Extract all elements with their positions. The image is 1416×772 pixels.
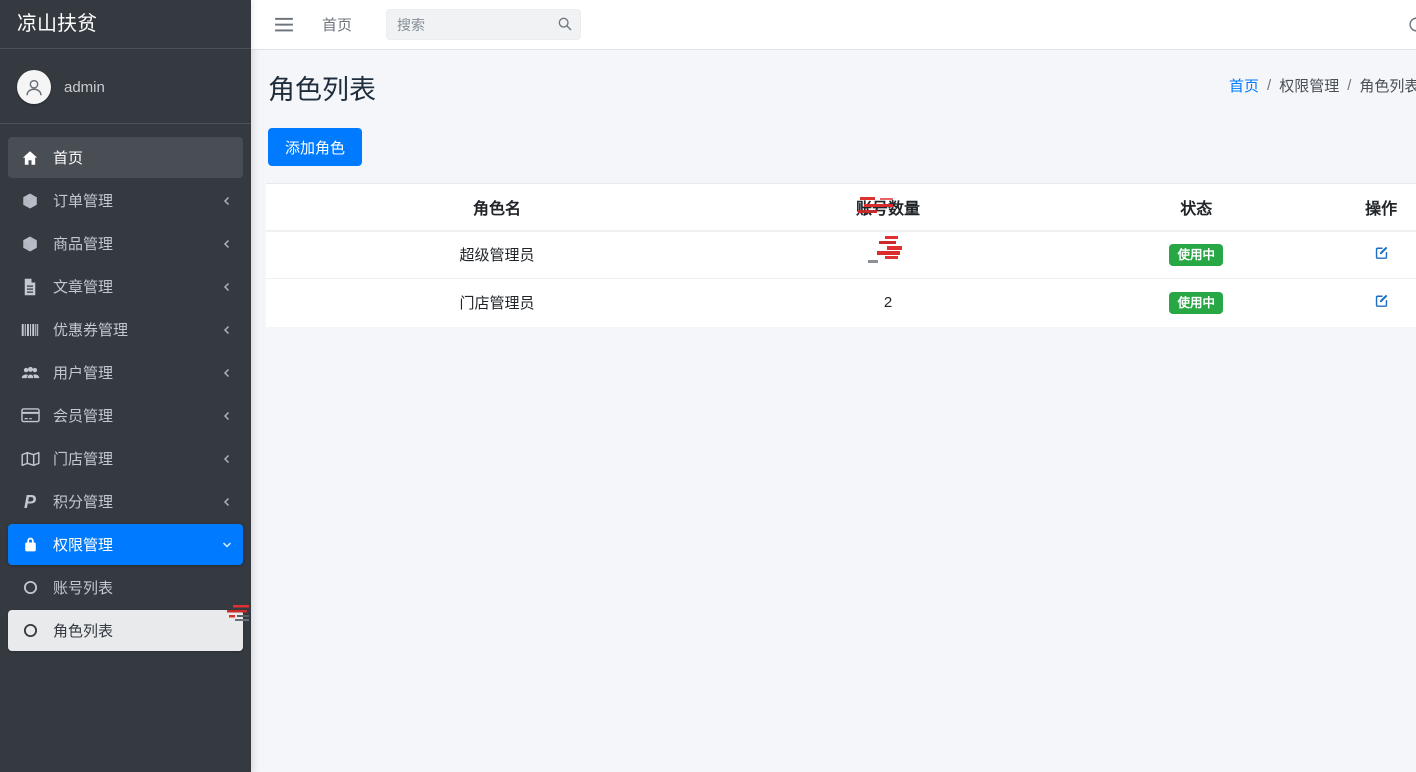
sidebar-item-label: 权限管理 [53, 534, 221, 555]
header-role-name: 角色名 [266, 184, 728, 231]
sidebar-item-points[interactable]: P 积分管理 [8, 481, 243, 522]
cell-actions [1344, 279, 1416, 327]
circle-o-icon [17, 623, 43, 638]
sidebar-item-label: 账号列表 [53, 577, 233, 598]
sidebar-item-orders[interactable]: 订单管理 [8, 180, 243, 221]
chevron-left-icon [221, 195, 233, 207]
topbar: 首页 [251, 0, 1416, 50]
chevron-left-icon [221, 496, 233, 508]
breadcrumb-separator: / [1267, 77, 1271, 94]
cube-icon [17, 235, 43, 253]
table-header-row: 角色名 账号数量 状态 操作 [266, 184, 1416, 231]
add-role-button[interactable]: 添加角色 [268, 128, 362, 166]
breadcrumb-separator: / [1347, 77, 1351, 94]
sidebar-item-coupons[interactable]: 优惠券管理 [8, 309, 243, 350]
sidebar-item-home[interactable]: 首页 [8, 137, 243, 178]
sidebar-item-label: 积分管理 [53, 491, 221, 512]
lock-icon [17, 536, 43, 553]
cell-account-count: 2 [728, 279, 1048, 327]
app-window: 凉山扶贫 admin 首页 订单管理 [0, 0, 1416, 772]
sidebar-item-label: 订单管理 [53, 190, 221, 211]
sidebar-item-members[interactable]: 会员管理 [8, 395, 243, 436]
status-badge: 使用中 [1169, 244, 1223, 266]
chevron-left-icon [221, 238, 233, 250]
chevron-left-icon [221, 453, 233, 465]
circle-o-icon [17, 580, 43, 595]
header-actions: 操作 [1344, 184, 1416, 231]
roles-table: 角色名 账号数量 状态 操作 超级管理员 使用中 [266, 183, 1416, 327]
sidebar-item-label: 文章管理 [53, 276, 221, 297]
table-row: 超级管理员 使用中 [266, 231, 1416, 279]
chevron-left-icon [221, 367, 233, 379]
breadcrumb-roles: 角色列表 [1359, 75, 1416, 96]
chevron-down-icon [221, 539, 233, 551]
breadcrumb: 首页 / 权限管理 / 角色列表 [1229, 75, 1416, 96]
sidebar-item-label: 优惠券管理 [53, 319, 221, 340]
edit-icon [1373, 244, 1390, 261]
users-icon [17, 365, 43, 381]
cell-role-name: 门店管理员 [266, 279, 728, 327]
sidebar-subitem-accounts[interactable]: 账号列表 [8, 567, 243, 608]
sidebar-item-permissions[interactable]: 权限管理 [8, 524, 243, 565]
cube-icon [17, 192, 43, 210]
roles-table-card: 角色名 账号数量 状态 操作 超级管理员 使用中 [266, 183, 1416, 327]
status-badge: 使用中 [1169, 292, 1223, 314]
barcode-icon [17, 322, 43, 338]
cell-actions [1344, 231, 1416, 279]
edit-role-button[interactable] [1373, 244, 1390, 261]
breadcrumb-permissions: 权限管理 [1279, 75, 1339, 96]
credit-card-icon [17, 408, 43, 423]
user-avatar[interactable] [17, 70, 51, 104]
topbar-home-link[interactable]: 首页 [322, 14, 352, 35]
points-p-icon: P [17, 493, 43, 511]
sidebar-subitem-roles[interactable]: 角色列表 [8, 610, 243, 651]
user-panel: admin [0, 50, 251, 124]
sidebar-item-products[interactable]: 商品管理 [8, 223, 243, 264]
chevron-left-icon [221, 281, 233, 293]
sidebar-item-label: 用户管理 [53, 362, 221, 383]
brand-title[interactable]: 凉山扶贫 [0, 0, 251, 49]
sidebar-item-label: 角色列表 [53, 620, 233, 641]
clipped-edge-icon[interactable] [1408, 16, 1416, 38]
sidebar-item-label: 首页 [53, 147, 233, 168]
cell-role-name: 超级管理员 [266, 231, 728, 279]
edit-icon [1373, 292, 1390, 309]
sidebar-item-users[interactable]: 用户管理 [8, 352, 243, 393]
page-title: 角色列表 [268, 68, 376, 107]
hamburger-menu-icon[interactable] [275, 17, 293, 33]
chevron-left-icon [221, 410, 233, 422]
main-content: 角色列表 首页 / 权限管理 / 角色列表 添加角色 角色名 账号数量 状态 操… [251, 50, 1416, 772]
cell-status: 使用中 [1048, 231, 1344, 279]
sidebar-item-label: 门店管理 [53, 448, 221, 469]
chevron-left-icon [221, 324, 233, 336]
sidebar-item-stores[interactable]: 门店管理 [8, 438, 243, 479]
person-icon [23, 76, 45, 98]
cell-account-count [728, 231, 1048, 279]
sidebar-item-articles[interactable]: 文章管理 [8, 266, 243, 307]
sidebar: 凉山扶贫 admin 首页 订单管理 [0, 0, 251, 772]
breadcrumb-home[interactable]: 首页 [1229, 75, 1259, 96]
search-input[interactable] [386, 9, 581, 40]
sidebar-item-label: 会员管理 [53, 405, 221, 426]
sidebar-menu: 首页 订单管理 商品管理 [8, 137, 243, 653]
sidebar-item-label: 商品管理 [53, 233, 221, 254]
user-name[interactable]: admin [64, 79, 105, 96]
header-account-count: 账号数量 [728, 184, 1048, 231]
home-icon [17, 149, 43, 167]
header-status: 状态 [1048, 184, 1344, 231]
file-text-icon [17, 278, 43, 296]
cell-status: 使用中 [1048, 279, 1344, 327]
map-icon [17, 451, 43, 467]
table-row: 门店管理员 2 使用中 [266, 279, 1416, 327]
edit-role-button[interactable] [1373, 292, 1390, 309]
topbar-search [386, 9, 581, 40]
